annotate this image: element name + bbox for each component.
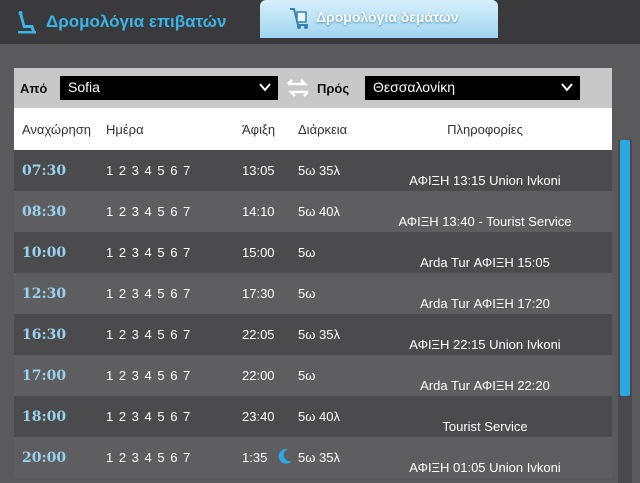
chevron-down-icon [561,83,573,92]
moon-icon [278,448,292,464]
trip-duration: 5ω 35λ [298,163,340,178]
tab-parcel-routes[interactable]: Δρομολόγια δεμάτων [260,0,498,38]
header-info: Πληροφορίες [447,122,523,137]
header-arrival: Άφιξη [242,122,276,137]
trip-duration: 5ω [298,245,316,260]
table-row[interactable]: 20:00 1 2 3 4 5 6 7 1:35 5ω 35λ ΑΦΙΞΗ 01… [14,437,612,478]
trip-info: ΑΦΙΞΗ 01:05 Union Ivkoni [409,460,561,475]
operating-days: 1 2 3 4 5 6 7 [106,163,192,178]
schedule-table-header: Αναχώρηση Ημέρα Άφιξη Διάρκεια Πληροφορί… [14,108,612,150]
trip-info: ΑΦΙΞΗ 22:15 Union Ivkoni [409,337,561,352]
trip-info: ΑΦΙΞΗ 13:40 - Tourist Service [398,214,572,229]
trip-duration: 5ω 40λ [298,409,340,424]
arrival-time: 14:10 [242,204,275,219]
operating-days: 1 2 3 4 5 6 7 [106,409,192,424]
trip-info: Arda Tur ΑΦΙΞΗ 22:20 [420,378,550,393]
operating-days: 1 2 3 4 5 6 7 [106,204,192,219]
to-select-value: Θεσσαλονίκη [373,79,455,95]
header-duration: Διάρκεια [298,122,348,137]
trip-duration: 5ω [298,368,316,383]
arrival-time: 22:05 [242,327,275,342]
departure-time: 20:00 [22,450,67,466]
trip-info: Tourist Service [442,419,528,434]
chevron-down-icon [259,83,271,92]
trip-info: ΑΦΙΞΗ 13:15 Union Ivkoni [409,173,561,188]
to-select[interactable]: Θεσσαλονίκη [365,76,580,100]
tab-bar: Δρομολόγια επιβατών Δρομολόγια δεμάτων [0,0,640,44]
table-row[interactable]: 10:00 1 2 3 4 5 6 7 15:00 5ω Arda Tur ΑΦ… [14,232,612,273]
from-select-value: Sofia [68,79,100,95]
tab-passenger-routes[interactable]: Δρομολόγια επιβατών [0,0,258,44]
header-days: Ημέρα [106,122,144,137]
parcel-trolley-icon [290,8,308,29]
trip-duration: 5ω 40λ [298,204,340,219]
departure-time: 12:30 [22,286,67,302]
table-row[interactable]: 12:30 1 2 3 4 5 6 7 17:30 5ω Arda Tur ΑΦ… [14,273,612,314]
arrival-time: 22:00 [242,368,275,383]
header-departure: Αναχώρηση [22,122,91,137]
table-row[interactable]: 08:30 1 2 3 4 5 6 7 14:10 5ω 40λ ΑΦΙΞΗ 1… [14,191,612,232]
arrival-time: 23:40 [242,409,275,424]
table-row[interactable]: 16:30 1 2 3 4 5 6 7 22:05 5ω 35λ ΑΦΙΞΗ 2… [14,314,612,355]
route-filter-bar: Από Sofia Πρός Θεσσαλονίκη [14,68,612,108]
arrival-time: 13:05 [242,163,275,178]
trip-duration: 5ω [298,286,316,301]
operating-days: 1 2 3 4 5 6 7 [106,450,192,465]
arrival-time: 1:35 [242,450,268,465]
trip-info: Arda Tur ΑΦΙΞΗ 15:05 [420,255,550,270]
operating-days: 1 2 3 4 5 6 7 [106,286,192,301]
table-row[interactable]: 07:30 1 2 3 4 5 6 7 13:05 5ω 35λ ΑΦΙΞΗ 1… [14,150,612,191]
trip-duration: 5ω 35λ [298,327,340,342]
from-select[interactable]: Sofia [60,76,278,100]
operating-days: 1 2 3 4 5 6 7 [106,327,192,342]
arrival-time: 17:30 [242,286,275,301]
operating-days: 1 2 3 4 5 6 7 [106,245,192,260]
to-label: Πρός [317,81,350,96]
scrollbar-thumb[interactable] [620,140,630,396]
operating-days: 1 2 3 4 5 6 7 [106,368,192,383]
table-row[interactable]: 18:00 1 2 3 4 5 6 7 23:40 5ω 40λ Tourist… [14,396,612,437]
from-label: Από [20,81,48,96]
tab-passenger-routes-label: Δρομολόγια επιβατών [46,12,227,31]
departure-time: 18:00 [22,409,67,425]
passenger-seat-icon [18,11,36,34]
swap-arrows-icon[interactable] [285,76,311,100]
departure-time: 17:00 [22,368,67,384]
departure-time: 16:30 [22,327,67,343]
table-row[interactable]: 17:00 1 2 3 4 5 6 7 22:00 5ω Arda Tur ΑΦ… [14,355,612,396]
tab-parcel-routes-label: Δρομολόγια δεμάτων [316,9,459,25]
departure-time: 08:30 [22,204,67,220]
departure-time: 10:00 [22,245,67,261]
arrival-time: 15:00 [242,245,275,260]
trip-info: Arda Tur ΑΦΙΞΗ 17:20 [420,296,550,311]
departure-time: 07:30 [22,163,67,179]
trip-duration: 5ω 35λ [298,450,340,465]
